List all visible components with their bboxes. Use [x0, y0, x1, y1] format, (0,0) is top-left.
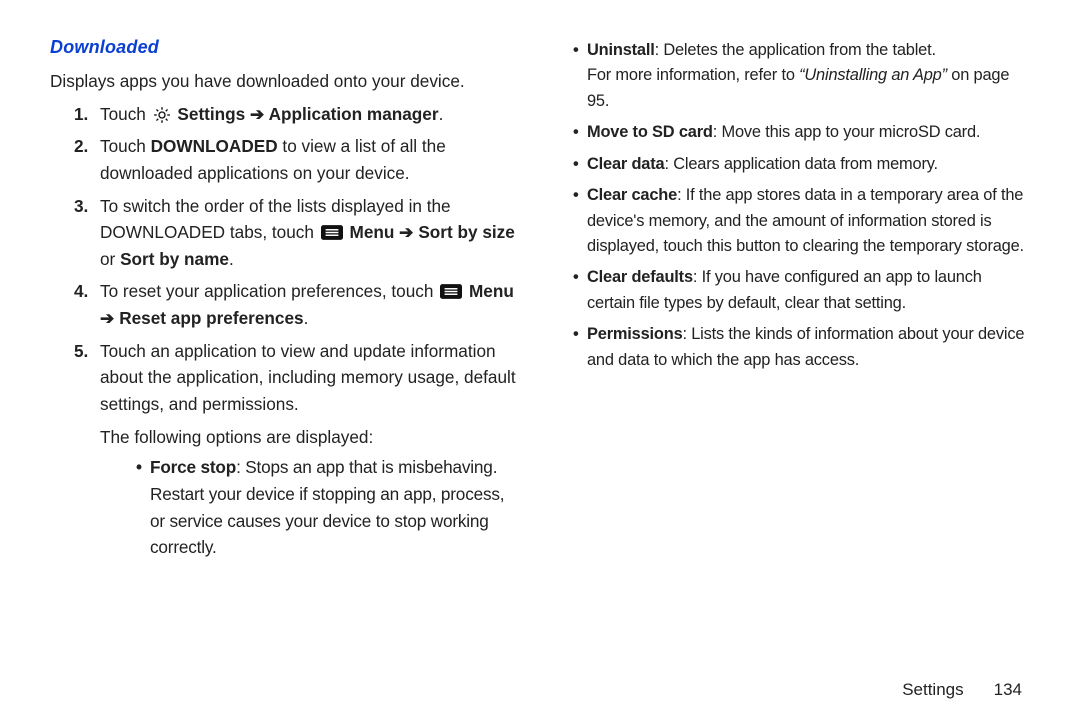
sort-by-size-label: Sort by size — [418, 222, 514, 242]
left-column: Downloaded Displays apps you have downlo… — [50, 34, 521, 672]
step-end: . — [304, 308, 309, 328]
menu-icon — [321, 225, 343, 240]
xref-title: “Uninstalling an App” — [799, 66, 947, 84]
option-force-stop: Force stop: Stops an app that is misbeha… — [136, 454, 521, 561]
step-number: 4. — [74, 278, 88, 305]
option-move-sd: Move to SD card: Move this app to your m… — [573, 120, 1030, 145]
step-text: Touch — [100, 136, 151, 156]
settings-label: Settings — [177, 104, 245, 124]
downloaded-label: DOWNLOADED — [151, 136, 278, 156]
arrow-icon: ➔ — [100, 308, 119, 328]
section-heading: Downloaded — [50, 34, 521, 62]
step-number: 3. — [74, 193, 88, 220]
step-4: 4. To reset your application preferences… — [74, 278, 521, 331]
two-column-layout: Downloaded Displays apps you have downlo… — [50, 34, 1030, 672]
menu-icon — [440, 284, 462, 299]
section-intro: Displays apps you have downloaded onto y… — [50, 68, 521, 95]
step-number: 2. — [74, 133, 88, 160]
option-permissions: Permissions: Lists the kinds of informat… — [573, 322, 1030, 373]
footer-chapter: Settings — [902, 680, 963, 700]
option-label: Force stop — [150, 457, 236, 477]
option-label: Clear defaults — [587, 268, 693, 286]
step-2: 2. Touch DOWNLOADED to view a list of al… — [74, 133, 521, 186]
menu-label: Menu — [464, 281, 514, 301]
option-label: Permissions — [587, 325, 683, 343]
option-uninstall: Uninstall: Deletes the application from … — [573, 38, 1030, 114]
following-options-intro: The following options are displayed: — [100, 424, 521, 451]
options-list-left: Force stop: Stops an app that is misbeha… — [100, 454, 521, 561]
step-text: Touch — [100, 104, 151, 124]
settings-icon — [153, 106, 171, 124]
sort-by-name-label: Sort by name — [120, 249, 229, 269]
option-label: Uninstall — [587, 41, 655, 59]
menu-label: Menu — [345, 222, 395, 242]
arrow-icon: ➔ — [394, 222, 418, 242]
cross-reference: For more information, refer to “Uninstal… — [587, 63, 1030, 114]
numbered-steps: 1. Touch — [50, 101, 521, 562]
option-text: : Move this app to your microSD card. — [713, 123, 981, 141]
reset-prefs-label: Reset app preferences — [119, 308, 303, 328]
options-list-right: Uninstall: Deletes the application from … — [559, 38, 1030, 373]
step-1: 1. Touch — [74, 101, 521, 128]
xref-pre: For more information, refer to — [587, 66, 799, 84]
option-clear-cache: Clear cache: If the app stores data in a… — [573, 183, 1030, 259]
arrow-icon: ➔ — [245, 104, 268, 124]
option-clear-defaults: Clear defaults: If you have configured a… — [573, 265, 1030, 316]
option-label: Clear data — [587, 155, 664, 173]
option-text: : Clears application data from memory. — [664, 155, 937, 173]
option-label: Move to SD card — [587, 123, 713, 141]
option-clear-data: Clear data: Clears application data from… — [573, 152, 1030, 177]
step-5: 5. Touch an application to view and upda… — [74, 338, 521, 561]
step-end: . — [439, 104, 444, 124]
option-text: : Deletes the application from the table… — [655, 41, 936, 59]
step-text: or — [100, 249, 120, 269]
step-text: Touch an application to view and update … — [100, 341, 516, 414]
right-column: Uninstall: Deletes the application from … — [559, 34, 1030, 672]
step-3: 3. To switch the order of the lists disp… — [74, 193, 521, 273]
app-manager-label: Application manager — [269, 104, 439, 124]
page: Downloaded Displays apps you have downlo… — [0, 0, 1080, 720]
step-text: To reset your application preferences, t… — [100, 281, 438, 301]
step-number: 5. — [74, 338, 88, 365]
page-footer: Settings 134 — [50, 680, 1030, 700]
step-end: . — [229, 249, 234, 269]
step-number: 1. — [74, 101, 88, 128]
option-label: Clear cache — [587, 186, 677, 204]
footer-page-number: 134 — [994, 680, 1022, 700]
